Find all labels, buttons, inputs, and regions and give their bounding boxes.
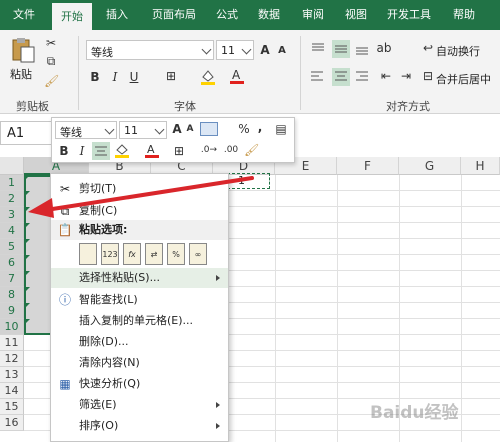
paste-formatting-icon[interactable]: %: [167, 243, 185, 265]
row-header[interactable]: 6: [0, 255, 24, 271]
row-header[interactable]: 11: [0, 335, 24, 351]
italic-button[interactable]: I: [76, 144, 88, 158]
ribbon-home: 粘贴 ✂ ⧉ 🖌 剪贴板 等线 11 A A B I U ⊞ A 字体 ab ↩…: [0, 30, 500, 114]
watermark: Baidu经验: [370, 403, 459, 423]
quick-analysis-icon: ▦: [59, 377, 71, 391]
increase-decimal-icon[interactable]: .0→: [200, 145, 218, 155]
paste-formulas-icon[interactable]: fx: [123, 243, 141, 265]
clipboard-group-label: 剪贴板: [16, 100, 49, 113]
font-size-select[interactable]: 11: [216, 40, 254, 60]
paste-button-label[interactable]: 粘贴: [10, 66, 32, 82]
fill-color-icon[interactable]: [114, 142, 130, 160]
vertical-align-buttons[interactable]: [308, 40, 374, 58]
wrap-text-icon[interactable]: ↩: [422, 41, 434, 55]
ribbon-tab-bar: 文件 开始 插入 页面布局 公式 数据 审阅 视图 开发工具 帮助: [0, 0, 500, 30]
column-header-h[interactable]: H: [461, 157, 500, 175]
increase-font-icon[interactable]: A: [171, 122, 183, 136]
mini-toolbar: 等线 11 A A % , ▤ B I A ⊞ .0→ .00 🖌: [51, 117, 295, 163]
decrease-indent-icon[interactable]: ⇤: [378, 69, 394, 83]
tab-help[interactable]: 帮助: [446, 0, 482, 30]
alignment-group-label: 对齐方式: [386, 100, 430, 113]
underline-button[interactable]: U: [127, 70, 141, 84]
horizontal-align-buttons[interactable]: [308, 68, 374, 86]
row-header[interactable]: 13: [0, 367, 24, 383]
name-box[interactable]: A1: [0, 121, 52, 145]
percent-button[interactable]: %: [238, 122, 250, 136]
mini-font-select[interactable]: 等线: [55, 121, 117, 139]
bold-button[interactable]: B: [58, 144, 70, 158]
format-cells-icon[interactable]: ▤: [274, 122, 288, 136]
paste-transpose-icon[interactable]: ⇄: [145, 243, 163, 265]
align-center-button[interactable]: [92, 142, 110, 160]
row-header[interactable]: 8: [0, 287, 24, 303]
font-color-icon[interactable]: A: [228, 67, 246, 85]
tab-home[interactable]: 开始: [52, 3, 92, 30]
increase-indent-icon[interactable]: ⇥: [398, 69, 414, 83]
decrease-decimal-icon[interactable]: .00: [222, 145, 240, 155]
menu-item-delete[interactable]: 删除(D)...: [51, 332, 228, 352]
column-header-f[interactable]: F: [337, 157, 399, 175]
italic-button[interactable]: I: [108, 70, 122, 84]
tab-view[interactable]: 视图: [339, 0, 373, 30]
menu-header-paste-options: 📋 粘贴选项:: [51, 220, 228, 240]
tab-developer[interactable]: 开发工具: [382, 0, 436, 30]
format-painter-icon[interactable]: 🖌: [44, 74, 59, 88]
cut-icon[interactable]: ✂: [44, 36, 58, 50]
format-painter-icon[interactable]: 🖌: [244, 143, 259, 157]
row-header[interactable]: 14: [0, 383, 24, 399]
paste-icon[interactable]: [79, 243, 97, 265]
row-header[interactable]: 10: [0, 319, 24, 335]
tab-review[interactable]: 审阅: [296, 0, 330, 30]
fill-color-icon[interactable]: [199, 68, 217, 86]
menu-item-paste-special[interactable]: 选择性粘贴(S)...: [51, 268, 228, 288]
row-header[interactable]: 15: [0, 399, 24, 415]
svg-text:A: A: [147, 143, 155, 156]
bold-button[interactable]: B: [88, 70, 102, 84]
row-header[interactable]: 9: [0, 303, 24, 319]
row-header[interactable]: 4: [0, 223, 24, 239]
paste-icon[interactable]: [10, 36, 36, 64]
decrease-font-icon[interactable]: A: [276, 45, 288, 56]
menu-item-quick-analysis[interactable]: ▦ 快速分析(Q): [51, 374, 228, 394]
tab-page-layout[interactable]: 页面布局: [144, 0, 204, 30]
row-header[interactable]: 7: [0, 271, 24, 287]
svg-text:A: A: [232, 68, 241, 82]
copy-icon[interactable]: ⧉: [44, 54, 58, 69]
tab-file[interactable]: 文件: [4, 0, 44, 30]
border-icon[interactable]: ⊞: [172, 144, 186, 158]
row-header[interactable]: 16: [0, 415, 24, 431]
row-header[interactable]: 12: [0, 351, 24, 367]
merge-center-label[interactable]: 合并后居中: [436, 71, 491, 87]
increase-font-icon[interactable]: A: [258, 43, 272, 57]
paste-icon: 📋: [57, 223, 73, 237]
smart-lookup-icon: ⓘ: [58, 293, 71, 307]
tab-formulas[interactable]: 公式: [210, 0, 244, 30]
tab-data[interactable]: 数据: [252, 0, 286, 30]
paste-values-icon[interactable]: 123: [101, 243, 119, 265]
number-format-icon[interactable]: [200, 122, 218, 136]
group-separator: [78, 36, 79, 110]
mini-size-select[interactable]: 11: [119, 121, 167, 139]
column-header-g[interactable]: G: [399, 157, 461, 175]
menu-item-sort[interactable]: 排序(O): [51, 416, 228, 436]
paste-link-icon[interactable]: ∞: [189, 243, 207, 265]
merge-center-icon[interactable]: ⊟: [422, 69, 434, 83]
comma-button[interactable]: ,: [255, 120, 265, 134]
wrap-text-label[interactable]: 自动换行: [436, 43, 480, 59]
red-arrow-annotation: [28, 176, 254, 218]
font-group-label: 字体: [174, 100, 196, 113]
decrease-font-icon[interactable]: A: [185, 124, 195, 134]
paste-options-row: 123 fx ⇄ % ∞: [79, 243, 229, 267]
menu-item-filter[interactable]: 筛选(E): [51, 395, 228, 415]
row-header[interactable]: 5: [0, 239, 24, 255]
menu-item-clear-contents[interactable]: 清除内容(N): [51, 353, 228, 373]
orientation-icon[interactable]: ab: [376, 41, 392, 55]
group-separator: [300, 36, 301, 110]
tab-insert[interactable]: 插入: [98, 0, 136, 30]
border-icon[interactable]: ⊞: [163, 69, 179, 83]
menu-item-insert-copied[interactable]: 插入复制的单元格(E)...: [51, 311, 228, 331]
font-color-icon[interactable]: A: [144, 142, 160, 160]
font-name-select[interactable]: 等线: [86, 40, 214, 60]
menu-item-smart-lookup[interactable]: ⓘ 智能查找(L): [51, 290, 228, 310]
